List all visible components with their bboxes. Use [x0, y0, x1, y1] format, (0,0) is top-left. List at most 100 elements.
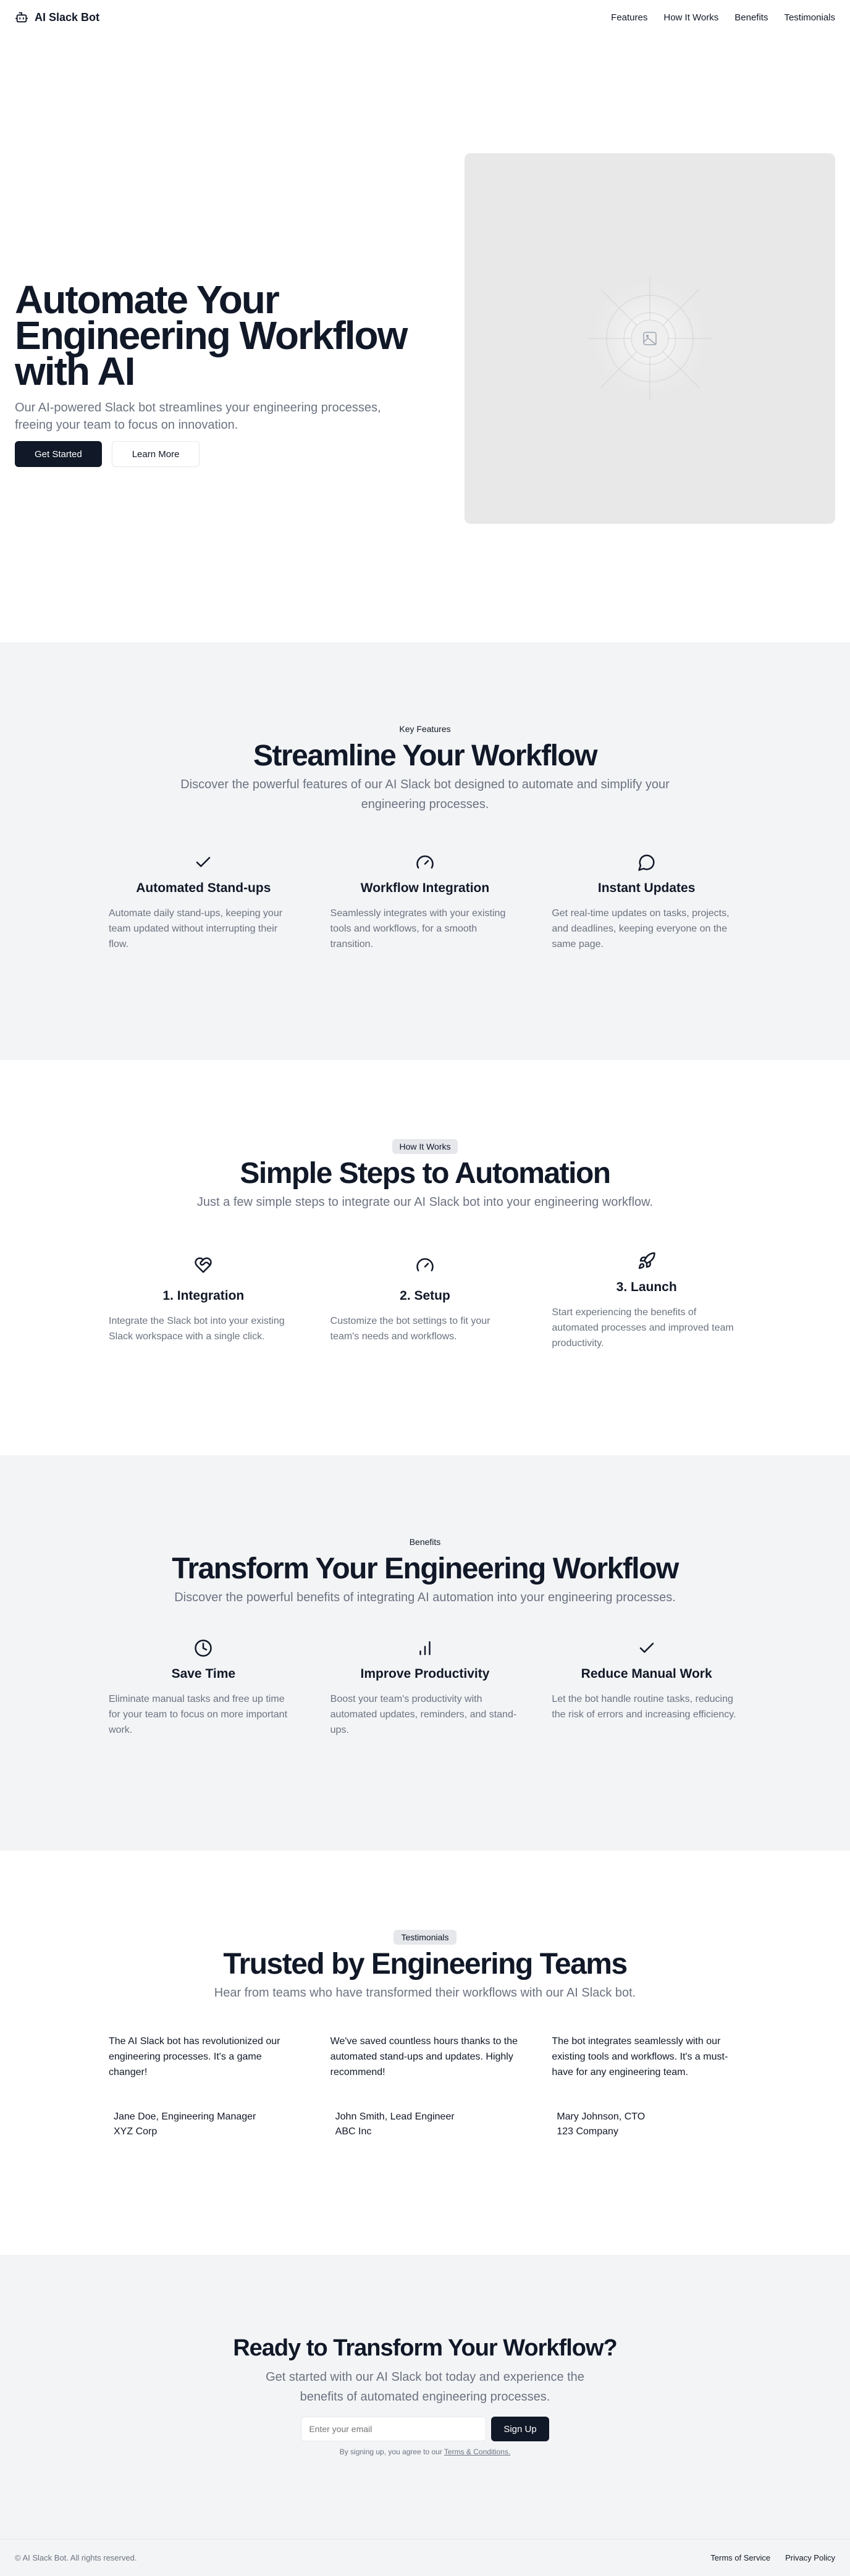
get-started-button[interactable]: Get Started — [15, 441, 102, 467]
main-nav: Features How It Works Benefits Testimoni… — [611, 12, 835, 23]
step-title: 2. Setup — [400, 1289, 450, 1303]
features-badge: Key Features — [399, 724, 451, 734]
brand[interactable]: AI Slack Bot — [15, 11, 99, 24]
rocket-icon — [638, 1252, 655, 1269]
cta-subtitle: Get started with our AI Slack bot today … — [266, 2370, 584, 2404]
benefits-section: Benefits Transform Your Engineering Work… — [0, 1455, 850, 1851]
cta-title: Ready to Transform Your Workflow? — [233, 2335, 618, 2361]
steps-grid: 1. Integration Integrate the Slack bot i… — [109, 1248, 741, 1351]
testimonials-badge: Testimonials — [393, 1930, 457, 1945]
gauge-icon — [416, 855, 434, 869]
benefit-text: Let the bot handle routine tasks, reduci… — [552, 1694, 736, 1720]
testimonial-quote: The bot integrates seamlessly with our e… — [552, 2036, 728, 2077]
hero-title: Automate Your Engineering Workflow with … — [15, 277, 416, 394]
clock-icon — [195, 1639, 212, 1657]
benefits-badge: Benefits — [409, 1537, 441, 1547]
hero-title-line: Automate Your — [15, 277, 280, 322]
bar-chart-icon — [419, 1641, 431, 1656]
feature-title: Workflow Integration — [360, 881, 490, 895]
testimonial-author: Mary Johnson, CTO 123 Company — [552, 2110, 741, 2139]
gauge-icon — [416, 1258, 434, 1271]
learn-more-button[interactable]: Learn More — [111, 441, 200, 467]
author-company: 123 Company — [557, 2126, 618, 2137]
feature-text: Seamlessly integrates with your existing… — [330, 908, 506, 949]
email-input[interactable] — [301, 2417, 487, 2441]
features-grid: Automated Stand-ups Automate daily stand… — [109, 850, 741, 952]
feature-text: Get real-time updates on tasks, projects… — [552, 908, 730, 949]
features-section: Key Features Streamline Your Workflow Di… — [0, 642, 850, 1060]
privacy-policy-link[interactable]: Privacy Policy — [785, 2553, 835, 2562]
hero-buttons: Get Started Learn More — [15, 441, 416, 467]
feature-title: Instant Updates — [597, 881, 696, 895]
testimonial-card: We've saved countless hours thanks to th… — [330, 2034, 520, 2139]
hero-title-line: with AI — [15, 349, 135, 394]
feature-card: Workflow Integration Seamlessly integrat… — [330, 850, 520, 952]
step-card: 3. Launch Start experiencing the benefit… — [552, 1248, 741, 1351]
testimonial-card: The bot integrates seamlessly with our e… — [552, 2034, 741, 2139]
author-name: John Smith, Lead Engineer — [335, 2111, 455, 2122]
features-title: Streamline Your Workflow — [253, 739, 598, 772]
step-text: Customize the bot settings to fit your t… — [330, 1316, 490, 1342]
terms-of-service-link[interactable]: Terms of Service — [710, 2553, 770, 2562]
benefit-title: Improve Productivity — [360, 1667, 490, 1681]
how-badge: How It Works — [392, 1139, 458, 1154]
benefits-grid: Save Time Eliminate manual tasks and fre… — [109, 1636, 741, 1738]
feature-card: Automated Stand-ups Automate daily stand… — [109, 850, 298, 952]
step-card: 2. Setup Customize the bot settings to f… — [330, 1248, 520, 1351]
benefit-card: Improve Productivity Boost your team's p… — [330, 1636, 520, 1738]
image-placeholder-icon — [582, 271, 718, 406]
step-text: Integrate the Slack bot into your existi… — [109, 1316, 285, 1342]
benefits-subtitle: Discover the powerful benefits of integr… — [174, 1591, 676, 1604]
sign-up-button[interactable]: Sign Up — [491, 2417, 549, 2441]
benefit-card: Reduce Manual Work Let the bot handle ro… — [552, 1636, 741, 1738]
terms-note: By signing up, you agree to our Terms & … — [0, 2448, 850, 2456]
check-icon — [639, 1643, 654, 1653]
hero-title-line: Engineering Workflow — [15, 313, 408, 358]
terms-link[interactable]: Terms & Conditions. — [444, 2448, 510, 2456]
signup-form: Sign Up — [0, 2417, 850, 2441]
check-icon — [196, 857, 211, 867]
testimonials-title: Trusted by Engineering Teams — [223, 1948, 628, 1980]
nav-how-it-works[interactable]: How It Works — [663, 12, 718, 23]
hero-content: Automate Your Engineering Workflow with … — [15, 277, 416, 467]
hero-subtitle: Our AI-powered Slack bot streamlines you… — [15, 401, 381, 432]
step-text: Start experiencing the benefits of autom… — [552, 1307, 734, 1349]
testimonial-author: Jane Doe, Engineering Manager XYZ Corp — [109, 2110, 298, 2139]
features-subtitle: Discover the powerful features of our AI… — [180, 778, 670, 811]
terms-prefix: By signing up, you agree to our — [339, 2448, 442, 2456]
feature-title: Automated Stand-ups — [136, 881, 271, 895]
feature-text: Automate daily stand-ups, keeping your t… — [109, 908, 283, 949]
benefit-title: Save Time — [171, 1667, 236, 1681]
copyright: © AI Slack Bot. All rights reserved. — [15, 2553, 137, 2562]
hero-section: Automate Your Engineering Workflow with … — [0, 35, 850, 642]
footer-links: Terms of Service Privacy Policy — [710, 2553, 835, 2562]
message-circle-icon — [638, 854, 655, 871]
cta-section: Ready to Transform Your Workflow? Get st… — [0, 2255, 850, 2574]
site-footer: © AI Slack Bot. All rights reserved. Ter… — [0, 2539, 850, 2576]
feature-card: Instant Updates Get real-time updates on… — [552, 850, 741, 952]
brand-name: AI Slack Bot — [35, 11, 100, 23]
step-card: 1. Integration Integrate the Slack bot i… — [109, 1248, 298, 1351]
nav-testimonials[interactable]: Testimonials — [784, 12, 835, 23]
hero-image-placeholder — [465, 153, 835, 524]
author-name: Jane Doe, Engineering Manager — [114, 2111, 256, 2122]
author-company: XYZ Corp — [114, 2126, 158, 2137]
site-header: AI Slack Bot Features How It Works Benef… — [0, 0, 850, 35]
author-name: Mary Johnson, CTO — [557, 2111, 646, 2122]
testimonials-section: Testimonials Trusted by Engineering Team… — [0, 1851, 850, 2255]
benefit-text: Eliminate manual tasks and free up time … — [109, 1694, 288, 1735]
how-it-works-section: How It Works Simple Steps to Automation … — [0, 1060, 850, 1455]
nav-benefits[interactable]: Benefits — [734, 12, 768, 23]
benefit-card: Save Time Eliminate manual tasks and fre… — [109, 1636, 298, 1738]
testimonial-author: John Smith, Lead Engineer ABC Inc — [330, 2110, 520, 2139]
testimonial-card: The AI Slack bot has revolutionized our … — [109, 2034, 298, 2139]
how-title: Simple Steps to Automation — [240, 1157, 611, 1190]
bot-icon — [15, 12, 28, 23]
benefit-text: Boost your team's productivity with auto… — [330, 1694, 517, 1735]
author-company: ABC Inc — [335, 2126, 372, 2137]
heart-handshake-icon — [195, 1257, 212, 1273]
step-title: 1. Integration — [162, 1289, 245, 1303]
nav-features[interactable]: Features — [611, 12, 647, 23]
testimonial-quote: We've saved countless hours thanks to th… — [330, 2036, 518, 2077]
how-subtitle: Just a few simple steps to integrate our… — [196, 1195, 654, 1209]
